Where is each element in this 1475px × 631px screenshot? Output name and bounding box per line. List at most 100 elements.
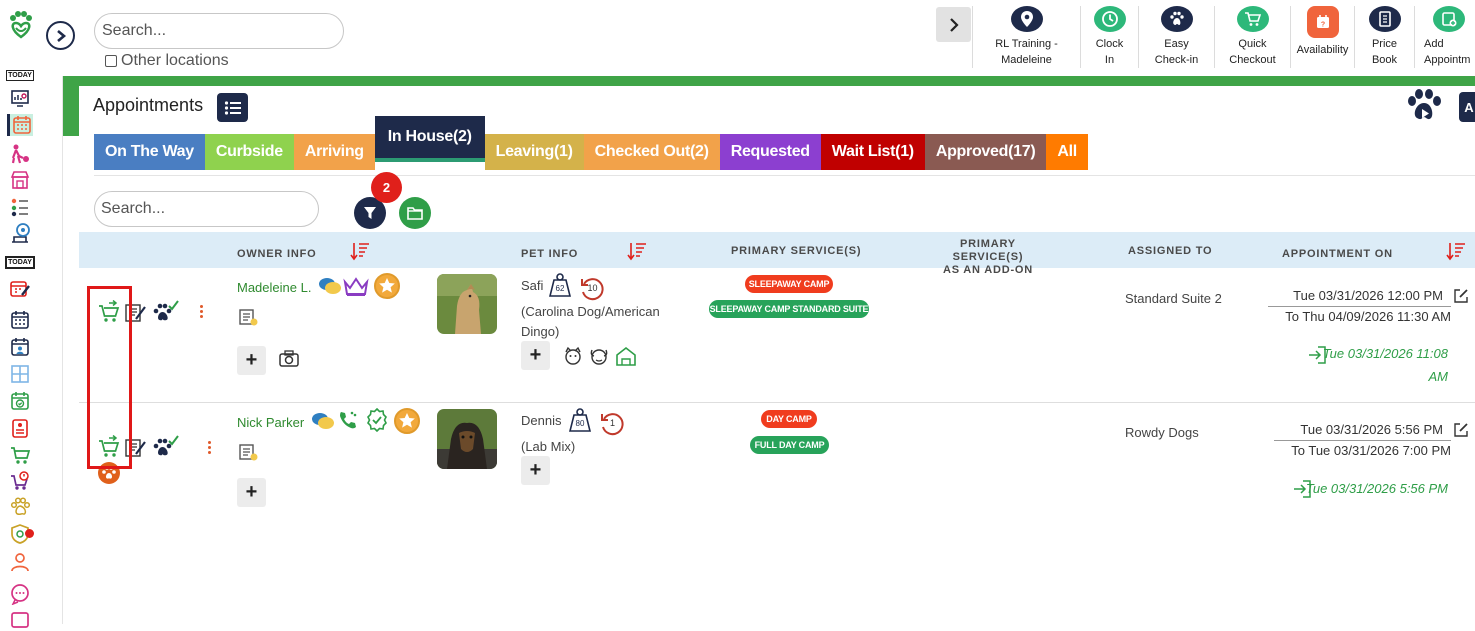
notification-dot [25,529,34,538]
walker-icon[interactable] [7,143,33,165]
panel-right-button[interactable]: A [1459,92,1475,122]
cart-alert-icon[interactable] [7,470,33,492]
col-owner-info[interactable]: OWNER INFO [237,248,317,261]
table-row: Nick Parker + Dennis 80 1 (Lab Mix) + DA… [79,403,1475,603]
service-pill[interactable]: SLEEPAWAY CAMP [745,275,833,293]
today-edit-icon[interactable]: TODAY [5,251,35,273]
paw-heart-logo[interactable] [6,10,36,40]
tab-leaving[interactable]: Leaving(1) [484,134,584,170]
edit-date-icon[interactable] [1452,287,1470,305]
pet-name[interactable]: Dennis [521,411,561,431]
toolbar-availability[interactable]: ? Availability [1290,6,1354,68]
cart-nav-icon[interactable] [7,444,33,466]
sort-icon[interactable] [349,240,371,262]
other-locations-checkbox[interactable]: Other locations [105,52,229,70]
toolbar-label: RL Training - Madeleine [995,38,1058,66]
toolbar-location[interactable]: RL Training - Madeleine [972,6,1080,68]
tab-approved[interactable]: Approved(17) [924,134,1047,170]
pet-name[interactable]: Safi [521,276,543,296]
image-icon[interactable] [7,609,33,631]
toolbar-quick-checkout[interactable]: Quick Checkout [1214,6,1290,68]
toolbar-easy-checkin[interactable]: Easy Check-in [1138,6,1214,68]
phone-paw-icon[interactable] [337,409,359,431]
global-search-input[interactable] [94,13,344,49]
add-owner-item-button[interactable]: + [237,478,266,507]
layout-grid-icon[interactable] [7,363,33,385]
tab-requested[interactable]: Requested [719,134,821,170]
folder-icon [407,207,423,220]
service-pill[interactable]: DAY CAMP [761,410,817,428]
tab-in-house[interactable]: In House(2) [374,116,485,162]
paw-nav-icon[interactable] [7,496,33,518]
store-icon[interactable] [7,169,33,191]
col-appointment-on[interactable]: APPOINTMENT ON [1282,248,1393,261]
table-row: Madeleine L. + Safi 62 10 (Carolina Dog/… [79,268,1475,402]
pet-photo[interactable] [437,274,497,334]
chat-bubbles-icon[interactable] [318,274,342,298]
tabs-divider [94,175,1475,176]
add-pet-item-button[interactable]: + [521,341,550,370]
pet-photo[interactable] [437,409,497,469]
toolbar-label: Clock In [1095,38,1124,66]
tab-arriving[interactable]: Arriving [293,134,375,170]
age-badge: 1 [600,411,625,436]
staff-list-icon[interactable] [7,196,33,218]
expand-nav-button[interactable] [46,21,75,50]
paw-icon [1160,6,1193,32]
toolbar-add-appointment[interactable]: Add Appointm [1414,6,1475,68]
add-pet-item-button[interactable]: + [521,456,550,485]
row-menu-icon[interactable] [200,305,204,319]
sort-icon[interactable] [1445,240,1467,262]
row-menu-icon[interactable] [208,441,212,455]
toolbar-next-button[interactable] [936,7,971,42]
dog-face-icon [565,346,581,365]
toolbar-clock-in[interactable]: Clock In [1080,6,1138,68]
col-pet-info[interactable]: PET INFO [521,248,578,261]
chat-icon[interactable] [7,583,33,605]
star-badge-icon [394,408,420,434]
sort-icon[interactable] [626,240,648,262]
tab-curbside[interactable]: Curbside [204,134,294,170]
calendar-week-icon[interactable] [7,309,33,331]
pet-pin-icon[interactable] [7,222,33,244]
paw-check-icon[interactable] [151,300,179,324]
tab-checked-out[interactable]: Checked Out(2) [583,134,720,170]
appointments-search-input[interactable] [94,191,319,227]
tab-wait-list[interactable]: Wait List(1) [820,134,925,170]
today-icon[interactable]: TODAY [6,64,34,86]
tab-on-the-way[interactable]: On The Way [94,134,205,170]
chat-bubbles-icon[interactable] [311,409,335,433]
camera-icon[interactable] [278,349,300,369]
col-assigned-to: ASSIGNED TO [1128,245,1213,257]
toolbar-price-book[interactable]: Price Book [1354,6,1414,68]
calendar-grid-icon[interactable] [7,114,33,136]
checkin-time: Tue 03/31/2026 5:56 PM [1305,481,1448,496]
checkbox-box[interactable] [105,55,117,67]
svg-text:?: ? [1320,22,1324,29]
paw-video-icon[interactable] [1405,89,1445,125]
folder-button[interactable] [399,197,431,229]
id-card-icon[interactable] [237,441,259,463]
calendar-check-icon[interactable] [7,390,33,412]
pet-age: 1 [609,418,615,428]
id-card-icon[interactable] [237,306,259,328]
report-card-icon[interactable] [7,417,33,439]
tab-all[interactable]: All [1046,134,1088,170]
toolbar-label: Easy Check-in [1154,38,1199,66]
edit-date-icon[interactable] [1452,421,1470,439]
list-view-button[interactable] [217,93,248,122]
service-pill[interactable]: FULL DAY CAMP [750,436,829,454]
calendar-edit-icon[interactable] [7,278,33,300]
paw-check-icon[interactable] [151,435,179,459]
owner-name[interactable]: Madeleine L. [237,280,311,295]
appointment-start: Tue 03/31/2026 12:00 PM [1293,288,1443,303]
user-icon[interactable] [7,551,33,573]
shield-alert-icon[interactable] [7,523,34,545]
dashboard-icon[interactable] [7,87,33,109]
owner-name[interactable]: Nick Parker [237,415,304,430]
appointment-start: Tue 03/31/2026 5:56 PM [1300,422,1443,437]
add-owner-item-button[interactable]: + [237,346,266,375]
calendar-person-icon[interactable] [7,336,33,358]
service-pill[interactable]: SLEEPAWAY CAMP STANDARD SUITE [709,300,869,318]
status-tabs: On The Way Curbside Arriving In House(2)… [94,116,1088,170]
